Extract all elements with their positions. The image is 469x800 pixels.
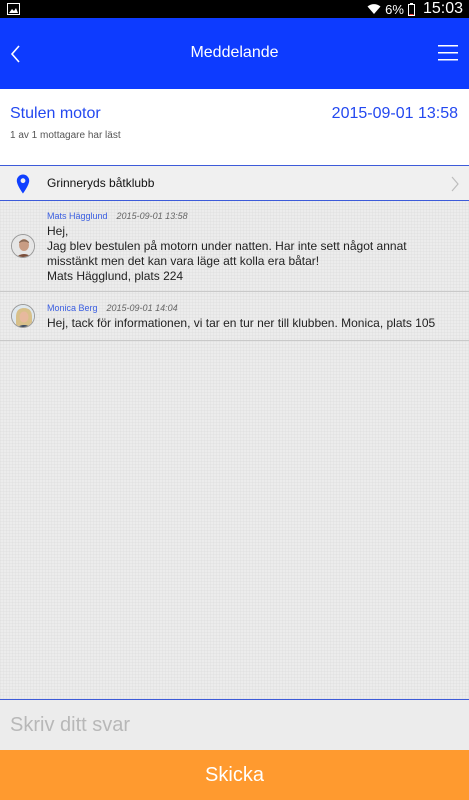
message-meta: Mats Hägglund 2015-09-01 13:58 <box>47 211 188 221</box>
message-meta: Monica Berg 2015-09-01 14:04 <box>47 303 178 313</box>
read-status: 1 av 1 mottagare har läst <box>10 130 121 141</box>
person-avatar-icon <box>12 305 34 327</box>
message-timestamp: 2015-09-01 13:58 <box>116 211 188 221</box>
reply-input[interactable] <box>0 700 469 750</box>
sender-name: Mats Hägglund <box>47 211 108 221</box>
battery-percent: 6% <box>385 1 404 17</box>
send-button[interactable]: Skicka <box>0 750 469 800</box>
conversation: Mats Hägglund 2015-09-01 13:58 Hej, Jag b… <box>0 201 469 699</box>
message-line: misstänkt men det kan vara läge att koll… <box>47 254 320 268</box>
gallery-notification-icon <box>7 3 20 15</box>
club-row[interactable]: Grinneryds båtklubb <box>0 165 469 201</box>
location-pin-icon <box>16 174 30 194</box>
page-title: Meddelande <box>190 44 279 61</box>
status-bar-right: 6% 15:03 <box>367 0 463 18</box>
message-subject: Stulen motor <box>10 105 101 122</box>
message-timestamp: 2015-09-01 14:04 <box>106 303 178 313</box>
hamburger-menu-icon[interactable] <box>437 42 459 64</box>
message-body: Hej, tack för informationen, vi tar en t… <box>47 316 435 331</box>
person-avatar-icon <box>12 235 34 257</box>
clock: 15:03 <box>422 0 463 17</box>
message-date: 2015-09-01 13:58 <box>331 105 458 122</box>
avatar <box>11 304 35 328</box>
message-line: Hej, <box>47 224 69 238</box>
club-name: Grinneryds båtklubb <box>47 176 155 190</box>
wifi-icon <box>367 4 381 14</box>
message-line: Jag blev bestulen på motorn under natten… <box>47 239 407 253</box>
app-bar: Meddelande <box>0 18 469 89</box>
reply-area <box>0 699 469 750</box>
message-header: Stulen motor 2015-09-01 13:58 1 av 1 mot… <box>0 89 469 165</box>
message-body: Hej, Jag blev bestulen på motorn under n… <box>47 224 407 284</box>
message-line: Mats Hägglund, plats 224 <box>47 269 184 283</box>
message-line: Hej, tack för informationen, vi tar en t… <box>47 316 436 330</box>
battery-icon <box>407 2 415 16</box>
chevron-right-icon <box>451 176 459 192</box>
list-item: Monica Berg 2015-09-01 14:04 Hej, tack fö… <box>0 292 469 341</box>
sender-name: Monica Berg <box>47 303 98 313</box>
status-bar: 6% 15:03 <box>0 0 469 18</box>
list-item: Mats Hägglund 2015-09-01 13:58 Hej, Jag b… <box>0 201 469 292</box>
avatar <box>11 234 35 258</box>
